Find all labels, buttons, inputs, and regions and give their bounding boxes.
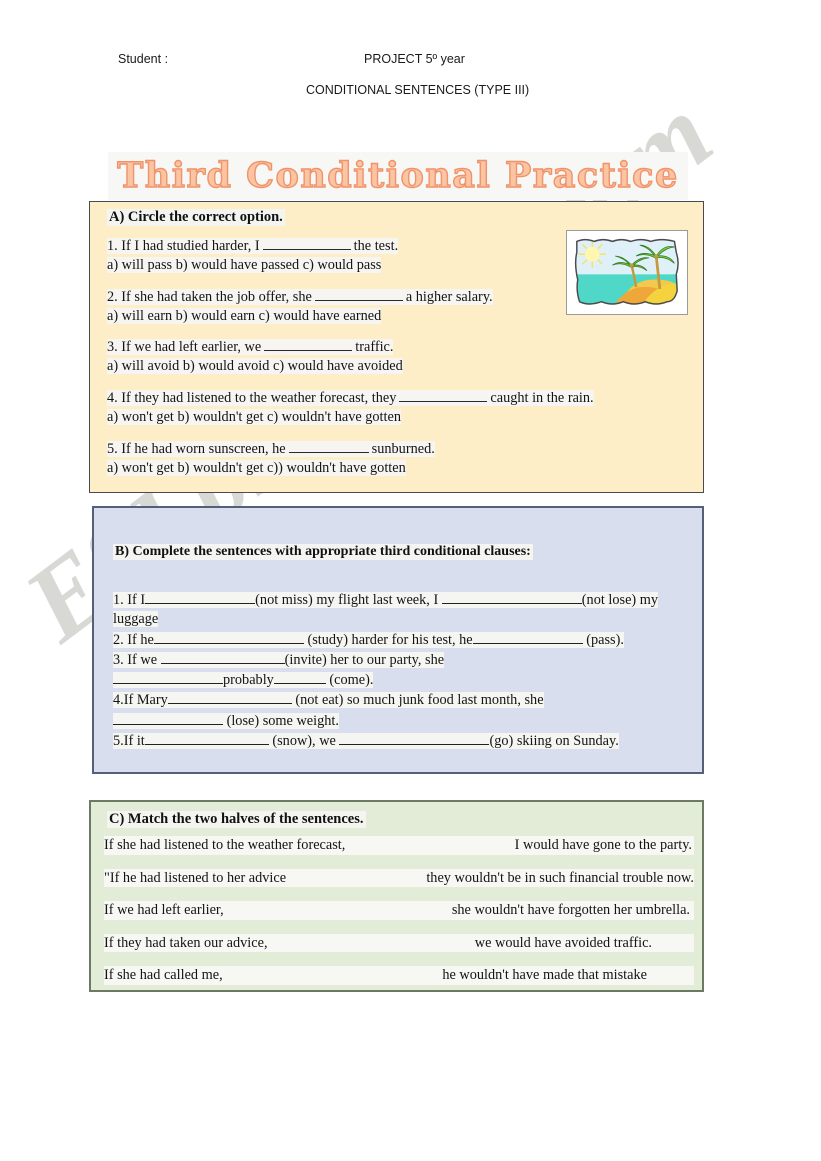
beach-clipart-frame — [566, 230, 688, 315]
beach-scene-icon — [574, 238, 679, 305]
fill-blank-line: 4.If Mary (not eat) so much junk food la… — [113, 690, 544, 709]
section-c-exercise: C) Match the two halves of the sentences… — [89, 800, 704, 992]
answer-blank[interactable] — [314, 287, 403, 301]
section-b-line-list: 1. If I (not miss) my flight last week, I… — [113, 590, 691, 751]
section-c-match-list: If she had listened to the weather forec… — [104, 836, 694, 999]
question-options[interactable]: a) won't get b) wouldn't get c)) wouldn'… — [107, 459, 577, 478]
question-stem: 2. If she had taken the job offer, she a … — [107, 287, 577, 307]
match-right-half[interactable]: I would have gone to the party. — [515, 836, 692, 855]
question-stem-before: 3. If we had left earlier, we — [107, 339, 262, 356]
question-stem-after: the test. — [353, 238, 399, 254]
match-right-half[interactable]: he wouldn't have made that mistake — [442, 966, 647, 985]
answer-blank[interactable] — [262, 236, 351, 250]
student-label: Student : — [118, 52, 169, 66]
worksheet-title-banner: Third Conditional Practice — [108, 152, 688, 200]
section-a-question-list: 1. If I had studied harder, I the test. a… — [107, 236, 594, 490]
section-b-exercise: B) Complete the sentences with appropria… — [92, 506, 704, 774]
question-stem-after: a higher salary. — [405, 288, 493, 305]
question-stem-before: 5. If he had worn sunscreen, he — [107, 440, 286, 457]
project-label: PROJECT 5º year — [364, 52, 465, 66]
question-item: 1. If I had studied harder, I the test. a… — [107, 236, 577, 275]
question-item: 5. If he had worn sunscreen, he sunburned… — [107, 439, 577, 478]
answer-blank[interactable] — [167, 690, 292, 705]
fill-blank-line: probably (come). — [113, 670, 691, 689]
answer-blank[interactable] — [153, 630, 304, 644]
answer-blank[interactable] — [472, 630, 583, 644]
question-item: 3. If we had left earlier, we traffic. a)… — [107, 337, 577, 376]
answer-blank[interactable] — [160, 650, 285, 664]
question-stem-after: sunburned. — [371, 440, 435, 457]
fill-blank-line: 1. If I (not miss) my flight last week, I… — [113, 590, 659, 608]
match-row[interactable]: If she had listened to the weather forec… — [104, 836, 694, 855]
answer-blank[interactable] — [264, 337, 353, 352]
question-stem-before: 1. If I had studied harder, I — [107, 238, 260, 254]
fill-blank-line: 3. If we (invite) her to our party, she — [113, 650, 445, 668]
question-item: 2. If she had taken the job offer, she a … — [107, 287, 577, 326]
fill-blank-line: (lose) some weight. — [113, 711, 691, 730]
answer-blank[interactable] — [145, 590, 256, 604]
question-stem-before: 4. If they had listened to the weather f… — [107, 390, 397, 407]
answer-blank[interactable] — [113, 711, 223, 725]
question-options[interactable]: a) will pass b) would have passed c) wou… — [107, 256, 577, 275]
question-options-text[interactable]: a) will pass b) would have passed c) wou… — [107, 256, 382, 273]
question-stem: 4. If they had listened to the weather f… — [107, 388, 594, 408]
fill-blank-line: luggage — [113, 611, 159, 628]
question-options-text[interactable]: a) won't get b) wouldn't get c) wouldn't… — [107, 409, 401, 426]
worksheet-subtitle: CONDITIONAL SENTENCES (TYPE III) — [306, 83, 530, 97]
match-row[interactable]: If she had called me, he wouldn't have m… — [104, 966, 694, 985]
section-b-heading: B) Complete the sentences with appropria… — [113, 544, 533, 560]
match-left-half[interactable]: If she had called me, — [104, 966, 223, 985]
question-item: 4. If they had listened to the weather f… — [107, 388, 594, 427]
section-a-heading: A) Circle the correct option. — [107, 209, 285, 226]
match-left-half[interactable]: If they had taken our advice, — [104, 934, 268, 953]
page-header: Student : PROJECT 5º year CONDITIONAL SE… — [0, 0, 821, 130]
page-title: Third Conditional Practice — [117, 154, 679, 196]
answer-blank[interactable] — [339, 731, 490, 746]
match-right-half[interactable]: we would have avoided traffic. — [475, 934, 652, 953]
answer-blank[interactable] — [288, 439, 369, 453]
match-row[interactable]: If we had left earlier, she wouldn't hav… — [104, 901, 694, 920]
match-right-half[interactable]: they wouldn't be in such financial troub… — [426, 869, 694, 888]
match-row[interactable]: If they had taken our advice, we would h… — [104, 933, 694, 953]
match-right-half[interactable]: she wouldn't have forgotten her umbrella… — [452, 901, 690, 920]
question-stem-before: 2. If she had taken the job offer, she — [107, 288, 312, 305]
question-options-text[interactable]: a) won't get b) wouldn't get c)) wouldn'… — [107, 459, 406, 476]
fill-blank-line: 5.If it (snow), we (go) skiing on Sunday… — [113, 731, 619, 750]
question-options[interactable]: a) will avoid b) would avoid c) would ha… — [107, 357, 577, 376]
answer-blank[interactable] — [399, 388, 488, 403]
match-left-half[interactable]: If she had listened to the weather forec… — [104, 836, 345, 855]
section-a-exercise: A) Circle the correct option. 1. If I ha… — [89, 201, 704, 493]
question-stem-after: traffic. — [355, 339, 394, 356]
match-left-half[interactable]: "If he had listened to her advice — [104, 869, 286, 888]
answer-blank[interactable] — [441, 590, 582, 604]
question-options-text[interactable]: a) will earn b) would earn c) would have… — [107, 307, 382, 324]
answer-blank[interactable] — [113, 670, 223, 685]
question-stem: 1. If I had studied harder, I the test. — [107, 236, 577, 256]
fill-blank-line: 2. If he (study) harder for his test, he… — [113, 630, 624, 648]
answer-blank[interactable] — [144, 731, 269, 746]
question-options-text[interactable]: a) will avoid b) would avoid c) would ha… — [107, 358, 403, 375]
answer-blank[interactable] — [273, 670, 326, 685]
section-c-heading: C) Match the two halves of the sentences… — [107, 811, 366, 828]
question-stem: 3. If we had left earlier, we traffic. — [107, 337, 577, 357]
question-options[interactable]: a) will earn b) would earn c) would have… — [107, 307, 577, 326]
match-row[interactable]: "If he had listened to her advice they w… — [104, 868, 694, 888]
question-options[interactable]: a) won't get b) wouldn't get c) wouldn't… — [107, 408, 577, 427]
question-stem: 5. If he had worn sunscreen, he sunburned… — [107, 439, 577, 459]
question-stem-after: caught in the rain. — [490, 390, 594, 407]
match-left-half[interactable]: If we had left earlier, — [104, 901, 224, 920]
